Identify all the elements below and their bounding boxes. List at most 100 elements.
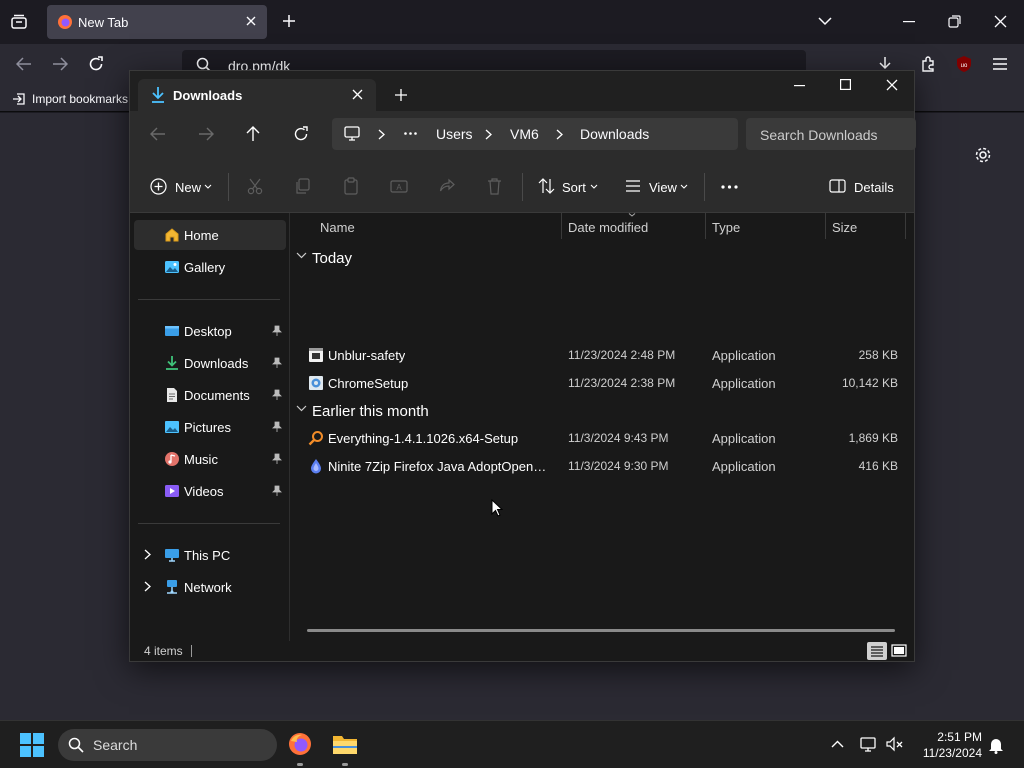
sort-icon[interactable] (538, 178, 555, 194)
paste-icon[interactable] (343, 177, 359, 195)
chevron-down-icon[interactable] (296, 252, 307, 259)
more-options-icon[interactable] (721, 185, 738, 189)
share-icon[interactable] (439, 178, 455, 195)
details-pane-icon[interactable] (829, 179, 846, 193)
new-plus-icon[interactable] (150, 178, 167, 195)
pin-icon[interactable] (272, 453, 282, 464)
new-tab-icon[interactable] (282, 14, 296, 28)
reload-icon[interactable] (88, 56, 104, 72)
new-tab-icon[interactable] (395, 89, 407, 101)
nav-item-network[interactable]: Network (134, 572, 286, 602)
sort-button[interactable]: Sort (562, 180, 586, 195)
details-button[interactable]: Details (854, 180, 894, 195)
pin-icon[interactable] (272, 389, 282, 400)
explorer-tab[interactable]: Downloads (138, 79, 376, 111)
close-tab-icon[interactable] (245, 15, 257, 27)
volume-muted-icon[interactable] (886, 736, 904, 752)
column-header-size[interactable]: Size (832, 220, 857, 235)
address-bar[interactable]: Users VM6 Downloads (332, 118, 738, 150)
column-header-type[interactable]: Type (712, 220, 740, 235)
file-explorer-taskbar-icon[interactable] (332, 733, 358, 755)
copy-icon[interactable] (295, 178, 311, 195)
tab-overflow-chevron-icon[interactable] (818, 16, 832, 26)
new-button[interactable]: New (175, 180, 201, 195)
pin-icon[interactable] (272, 325, 282, 336)
breadcrumb-downloads[interactable]: Downloads (580, 126, 649, 142)
nav-item-desktop[interactable]: Desktop (134, 316, 286, 346)
pin-icon[interactable] (272, 485, 282, 496)
up-arrow-icon[interactable] (246, 126, 260, 142)
nav-item-videos[interactable]: Videos (134, 476, 286, 506)
browser-close-icon[interactable] (994, 15, 1007, 28)
minimize-icon[interactable] (794, 85, 805, 87)
column-separator[interactable] (561, 213, 562, 239)
notification-bell-icon[interactable] (988, 736, 1004, 754)
chevron-down-icon[interactable] (204, 184, 212, 189)
nav-item-downloads[interactable]: Downloads (134, 348, 286, 378)
browser-minimize-icon[interactable] (903, 21, 915, 23)
windows-start-icon[interactable] (20, 733, 44, 757)
column-separator[interactable] (705, 213, 706, 239)
view-button[interactable]: View (649, 180, 677, 195)
column-separator[interactable] (825, 213, 826, 239)
chevron-down-icon[interactable] (680, 184, 688, 189)
large-icons-view-toggle[interactable] (890, 642, 908, 660)
chevron-down-icon[interactable] (590, 184, 598, 189)
tray-overflow-chevron-icon[interactable] (831, 740, 844, 748)
clock-time[interactable]: 2:51 PM (918, 730, 982, 744)
group-header-today[interactable]: Today (290, 247, 910, 271)
back-arrow-icon[interactable] (150, 127, 166, 141)
horizontal-scrollbar[interactable] (307, 629, 895, 632)
column-separator[interactable] (905, 213, 906, 239)
rename-icon[interactable]: A (390, 178, 408, 195)
hamburger-menu-icon[interactable] (992, 57, 1008, 71)
column-header-date-modified[interactable]: Date modified (568, 220, 648, 235)
nav-item-pictures[interactable]: Pictures (134, 412, 286, 442)
tab-list-icon[interactable] (10, 13, 28, 31)
details-view-toggle[interactable] (867, 642, 887, 660)
nav-item-this-pc[interactable]: This PC (134, 540, 286, 570)
more-locations-icon[interactable] (404, 132, 417, 135)
nav-item-gallery[interactable]: Gallery (134, 252, 286, 282)
chevron-right-icon[interactable] (144, 549, 151, 560)
column-header-name[interactable]: Name (320, 220, 355, 235)
table-row[interactable]: Ninite 7Zip Firefox Java AdoptOpenJDK x.… (290, 452, 910, 480)
browser-tab[interactable]: New Tab (47, 5, 267, 39)
chevron-right-icon[interactable] (144, 581, 151, 592)
breadcrumb-users[interactable]: Users (436, 126, 473, 142)
taskbar-search-box[interactable]: Search (58, 729, 277, 761)
maximize-icon[interactable] (840, 79, 851, 90)
gear-icon[interactable] (974, 146, 992, 164)
pin-icon[interactable] (272, 421, 282, 432)
pin-icon[interactable] (272, 357, 282, 368)
extensions-icon[interactable] (920, 55, 938, 73)
import-bookmarks-link[interactable]: Import bookmarks... (32, 92, 138, 106)
nav-item-documents[interactable]: Documents (134, 380, 286, 410)
chevron-right-icon[interactable] (556, 129, 563, 140)
nav-item-home[interactable]: Home (134, 220, 286, 250)
network-tray-icon[interactable] (860, 736, 878, 752)
forward-arrow-icon[interactable] (52, 57, 68, 71)
nav-item-music[interactable]: Music (134, 444, 286, 474)
table-row[interactable]: Everything-1.4.1.1026.x64-Setup 11/3/202… (290, 424, 910, 452)
view-list-icon[interactable] (625, 180, 641, 192)
back-arrow-icon[interactable] (16, 57, 32, 71)
browser-restore-icon[interactable] (948, 15, 961, 28)
firefox-taskbar-icon[interactable] (288, 732, 312, 756)
breadcrumb-vm6[interactable]: VM6 (510, 126, 539, 142)
close-tab-icon[interactable] (352, 89, 363, 100)
clock-date[interactable]: 11/23/2024 (908, 746, 982, 760)
chevron-right-icon[interactable] (378, 129, 385, 140)
group-header-earlier-this-month[interactable]: Earlier this month (290, 400, 910, 424)
table-row[interactable]: ChromeSetup 11/23/2024 2:38 PM Applicati… (290, 369, 910, 397)
chevron-right-icon[interactable] (485, 129, 492, 140)
search-downloads-input[interactable]: Search Downloads (746, 118, 916, 150)
table-row[interactable]: Unblur-safety 11/23/2024 2:48 PM Applica… (290, 341, 910, 369)
close-icon[interactable] (886, 79, 898, 91)
delete-icon[interactable] (487, 177, 502, 195)
refresh-icon[interactable] (293, 126, 309, 142)
ublock-origin-icon[interactable]: uo (955, 55, 973, 73)
cut-icon[interactable] (247, 178, 263, 195)
forward-arrow-icon[interactable] (198, 127, 214, 141)
chevron-down-icon[interactable] (296, 405, 307, 412)
